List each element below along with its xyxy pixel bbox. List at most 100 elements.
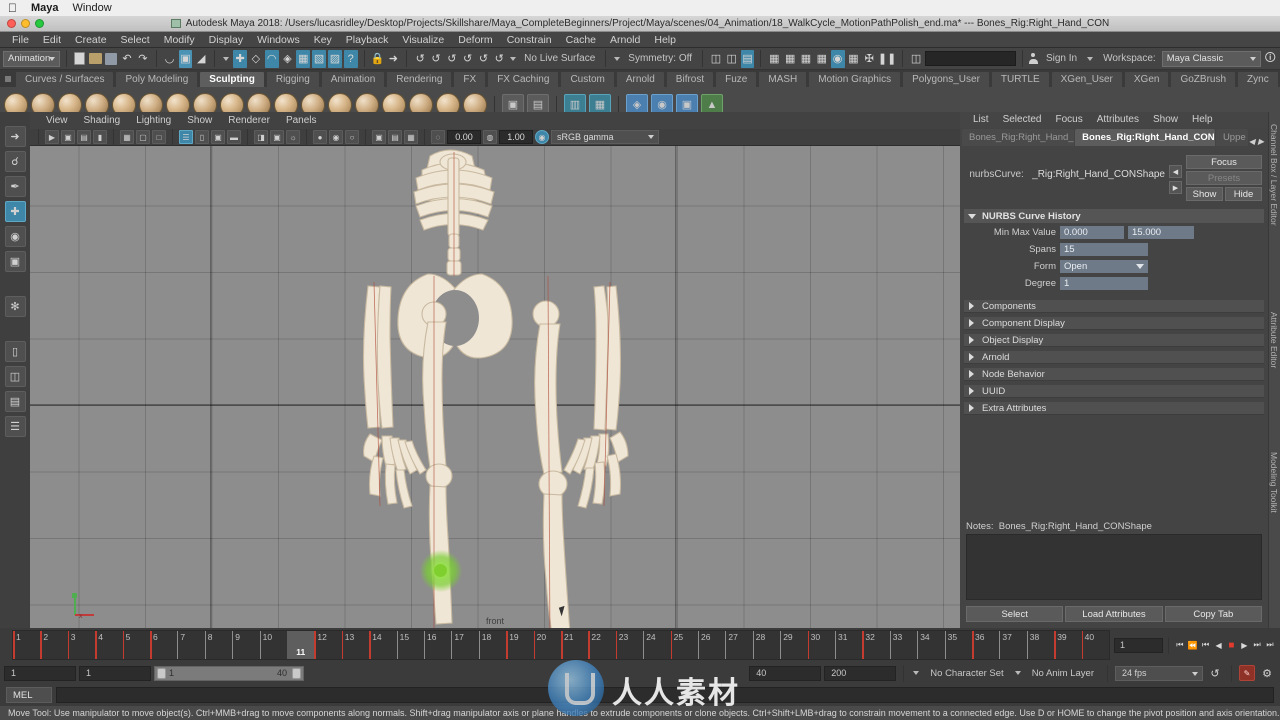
shelf-tab-bifrost[interactable]: Bifrost	[665, 71, 715, 87]
timeline-tick[interactable]	[944, 631, 946, 659]
rail-label-attribute-editor[interactable]: Attribute Editor	[1269, 312, 1279, 368]
use-default-lighting-icon[interactable]: ☼	[286, 130, 300, 144]
shaded-with-wireframe-icon[interactable]: ◨	[254, 130, 268, 144]
shelf-tab-custom[interactable]: Custom	[560, 71, 615, 87]
wireframe-shading-icon[interactable]: ☰	[179, 130, 193, 144]
chevron-down-icon[interactable]	[510, 56, 517, 61]
mask-dynamics-icon[interactable]: ▧	[312, 49, 327, 68]
xray-icon[interactable]: ▤	[388, 130, 402, 144]
ae-menu-attributes[interactable]: Attributes	[1090, 112, 1146, 128]
menu-constrain[interactable]: Constrain	[500, 32, 559, 48]
ae-copy-tab-button[interactable]: Copy Tab	[1164, 606, 1262, 622]
timeline-keyframe-tick[interactable]	[40, 631, 42, 659]
mask-deformers-icon[interactable]: ▦	[296, 49, 311, 68]
shelf-tab-xgen[interactable]: XGen	[1123, 71, 1170, 87]
timeline-keyframe-tick[interactable]	[67, 631, 70, 659]
select-by-component-icon[interactable]: ◢	[194, 50, 208, 68]
ae-tab-scroll-controls[interactable]: ◀ ▶	[1249, 137, 1266, 146]
auto-keyframe-icon[interactable]: ✎	[1239, 665, 1255, 681]
ae-menu-help[interactable]: Help	[1185, 112, 1220, 128]
mask-handles-icon[interactable]: ✚	[233, 49, 247, 68]
timeline-track[interactable]: 1234567891011121314151617181920212223242…	[12, 630, 1110, 660]
step-back-keyframe-icon[interactable]: ⏪	[1187, 638, 1199, 653]
timeline-keyframe-tick[interactable]	[588, 631, 590, 659]
timeline-tick[interactable]	[889, 631, 891, 659]
timeline-keyframe-tick[interactable]	[533, 631, 536, 659]
menu-arnold[interactable]: Arnold	[603, 32, 647, 48]
timeline-keyframe-tick[interactable]	[341, 631, 344, 659]
ipr-render-icon[interactable]: ▦	[783, 50, 797, 68]
menu-help[interactable]: Help	[647, 32, 683, 48]
timeline-keyframe-tick[interactable]	[615, 631, 618, 659]
timeline-tick[interactable]	[478, 631, 480, 659]
mask-misc-icon[interactable]: ?	[343, 49, 358, 68]
menu-create[interactable]: Create	[68, 32, 114, 48]
grid-toggle-icon[interactable]: ▦	[120, 130, 134, 144]
shelf-tab-mash[interactable]: MASH	[758, 71, 808, 87]
select-by-object-icon[interactable]: ▣	[178, 49, 193, 68]
range-handle-left[interactable]	[157, 667, 166, 679]
timeline-keyframe-tick[interactable]	[862, 631, 864, 659]
motion-blur-icon[interactable]: ○	[345, 130, 359, 144]
shelf-tab-xgen-user[interactable]: XGen_User	[1050, 71, 1123, 87]
ae-select-button[interactable]: Select	[966, 606, 1064, 622]
chevron-down-icon[interactable]	[913, 671, 920, 675]
viewport-menu-show[interactable]: Show	[179, 112, 220, 129]
timeline-tick[interactable]	[451, 631, 453, 659]
timeline-tick[interactable]	[835, 631, 836, 659]
timeline-tick[interactable]	[999, 631, 1001, 659]
paint-select-tool-icon[interactable]: ✒	[4, 176, 26, 197]
menu-visualize[interactable]: Visualize	[395, 32, 451, 48]
playback-speed-selector[interactable]: 24 fps	[1115, 665, 1203, 681]
snap-point-icon[interactable]: ↺	[445, 50, 459, 68]
os-app-name[interactable]: Maya	[31, 2, 59, 14]
viewport-menu-panels[interactable]: Panels	[278, 112, 325, 129]
chevron-down-icon[interactable]	[1014, 671, 1021, 675]
mask-rendering-icon[interactable]: ▨	[328, 49, 342, 68]
smooth-shade-selected-icon[interactable]: ▣	[211, 130, 225, 144]
ae-node-name[interactable]: _Rig:Right_Hand_CONShape	[1032, 169, 1165, 180]
ae-section-arnold[interactable]: Arnold	[964, 351, 1264, 364]
shelf-tab-fuze[interactable]: Fuze	[715, 71, 758, 87]
mask-expand-icon[interactable]	[223, 56, 230, 61]
menu-set-selector[interactable]: Animation	[3, 50, 60, 67]
loop-playback-icon[interactable]: ↺	[1206, 664, 1224, 682]
flat-shade-icon[interactable]: ▬	[227, 130, 241, 144]
lock-icon[interactable]: 🔒	[371, 50, 385, 68]
timeline-tick[interactable]	[396, 631, 398, 659]
snap-curve-icon[interactable]: ↺	[429, 50, 443, 68]
search-scope-icon[interactable]: ◫	[909, 50, 923, 68]
shelf-tab-animation[interactable]: Animation	[320, 71, 386, 87]
render-sequence-icon[interactable]: ▦	[847, 50, 861, 68]
timeline-keyframe-tick[interactable]	[670, 631, 673, 659]
timeline-keyframe-tick[interactable]	[13, 631, 15, 659]
shelf-tab-rigging[interactable]: Rigging	[265, 71, 320, 87]
help-icon[interactable]: 🛈	[1263, 50, 1277, 68]
ae-section-extra-attributes[interactable]: Extra Attributes	[964, 402, 1264, 415]
menu-edit[interactable]: Edit	[36, 32, 68, 48]
viewport-menu-lighting[interactable]: Lighting	[128, 112, 179, 129]
timeline-tick[interactable]	[725, 631, 727, 659]
gamma-reset-icon[interactable]: ◍	[483, 130, 497, 144]
layout-outliner-icon[interactable]: ☰	[4, 416, 26, 437]
attr-field-degree[interactable]: 1	[1060, 277, 1148, 290]
rail-label-channel-box[interactable]: Channel Box / Layer Editor	[1269, 124, 1279, 226]
ae-section-components[interactable]: Components	[964, 300, 1264, 313]
range-start-time-field[interactable]: 1	[79, 665, 151, 681]
ae-section-object-display[interactable]: Object Display	[964, 334, 1264, 347]
menu-select[interactable]: Select	[114, 32, 157, 48]
stop-icon[interactable]: ■	[1225, 638, 1237, 653]
timeline-current-frame-indicator[interactable]: 11	[287, 631, 315, 659]
animation-preferences-icon[interactable]: ⚙	[1258, 664, 1276, 682]
viewport-menu-shading[interactable]: Shading	[76, 112, 129, 129]
menu-key[interactable]: Key	[307, 32, 339, 48]
smooth-shade-all-icon[interactable]: ▯	[195, 130, 209, 144]
shelf-tab-arnold[interactable]: Arnold	[615, 71, 665, 87]
play-backwards-icon[interactable]: ◀	[1213, 638, 1225, 653]
menu-playback[interactable]: Playback	[339, 32, 396, 48]
viewport-canvas[interactable]: x front	[30, 146, 960, 628]
image-plane-icon[interactable]: ▤	[77, 130, 91, 144]
save-scene-icon[interactable]	[104, 50, 118, 68]
select-tool-icon[interactable]: ➜	[4, 126, 26, 147]
anim-layer-label[interactable]: No Anim Layer	[1026, 668, 1100, 679]
